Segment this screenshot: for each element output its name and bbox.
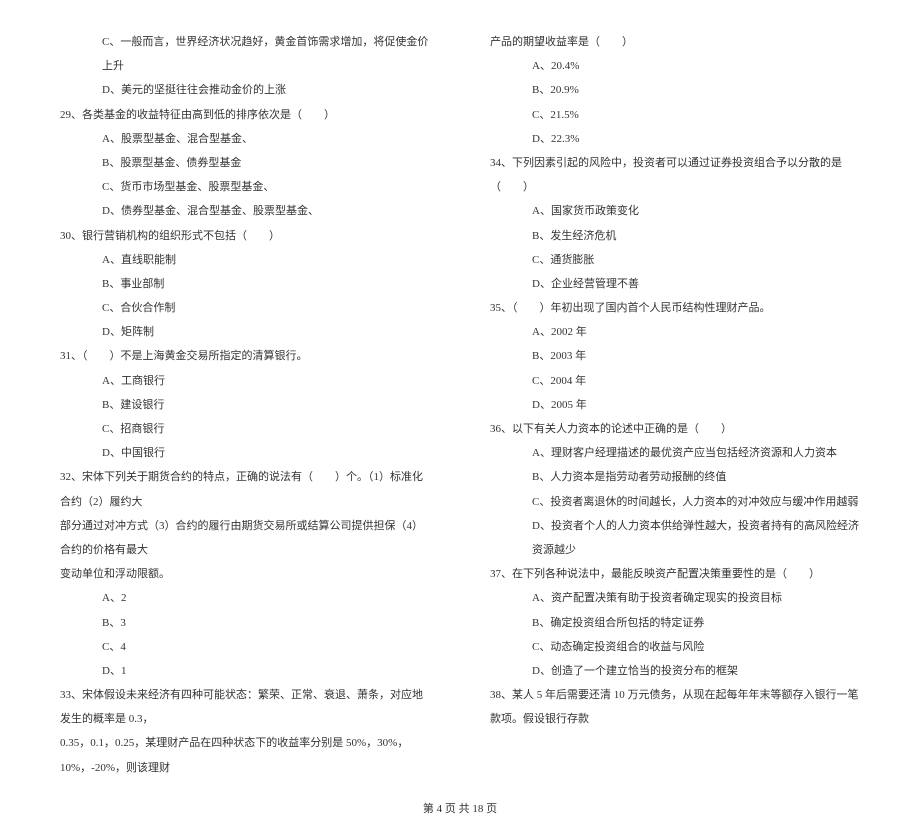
q30-stem: 30、银行营销机构的组织形式不包括（ ）: [60, 224, 430, 248]
q36-option-a: A、理财客户经理描述的最优资产应当包括经济资源和人力资本: [490, 441, 860, 465]
q31-option-a: A、工商银行: [60, 369, 430, 393]
q34-option-c: C、通货膨胀: [490, 248, 860, 272]
q36-option-d: D、投资者个人的人力资本供给弹性越大，投资者持有的高风险经济资源越少: [490, 514, 860, 562]
q35-option-c: C、2004 年: [490, 369, 860, 393]
q32-option-b: B、3: [60, 611, 430, 635]
q35-option-a: A、2002 年: [490, 320, 860, 344]
q35-option-b: B、2003 年: [490, 344, 860, 368]
q36-option-b: B、人力资本是指劳动者劳动报酬的终值: [490, 465, 860, 489]
q34-option-a: A、国家货币政策变化: [490, 199, 860, 223]
q37-option-b: B、确定投资组合所包括的特定证券: [490, 611, 860, 635]
q28-option-d: D、美元的坚挺往往会推动金价的上涨: [60, 78, 430, 102]
q30-option-a: A、直线职能制: [60, 248, 430, 272]
q32-option-d: D、1: [60, 659, 430, 683]
q32-stem-line3: 变动单位和浮动限额。: [60, 562, 430, 586]
q31-option-b: B、建设银行: [60, 393, 430, 417]
q32-option-c: C、4: [60, 635, 430, 659]
q34-option-b: B、发生经济危机: [490, 224, 860, 248]
left-column: C、一般而言，世界经济状况趋好，黄金首饰需求增加，将促使金价上升 D、美元的坚挺…: [60, 30, 430, 780]
q33-stem-line3: 产品的期望收益率是（ ）: [490, 30, 860, 54]
q33-option-d: D、22.3%: [490, 127, 860, 151]
q37-option-d: D、创造了一个建立恰当的投资分布的框架: [490, 659, 860, 683]
q35-option-d: D、2005 年: [490, 393, 860, 417]
q30-option-d: D、矩阵制: [60, 320, 430, 344]
q33-stem-line1: 33、宋体假设未来经济有四种可能状态：繁荣、正常、衰退、萧条，对应地发生的概率是…: [60, 683, 430, 731]
q29-option-b: B、股票型基金、债券型基金: [60, 151, 430, 175]
q36-option-c: C、投资者离退休的时间越长，人力资本的对冲效应与缓冲作用越弱: [490, 490, 860, 514]
q31-option-d: D、中国银行: [60, 441, 430, 465]
q33-option-c: C、21.5%: [490, 103, 860, 127]
q29-option-c: C、货币市场型基金、股票型基金、: [60, 175, 430, 199]
q31-stem: 31、（ ）不是上海黄金交易所指定的清算银行。: [60, 344, 430, 368]
q36-stem: 36、以下有关人力资本的论述中正确的是（ ）: [490, 417, 860, 441]
q38-stem: 38、某人 5 年后需要还清 10 万元债务，从现在起每年年末等额存入银行一笔款…: [490, 683, 860, 731]
q32-option-a: A、2: [60, 586, 430, 610]
q33-option-a: A、20.4%: [490, 54, 860, 78]
q30-option-c: C、合伙合作制: [60, 296, 430, 320]
q29-option-d: D、债券型基金、混合型基金、股票型基金、: [60, 199, 430, 223]
page-footer: 第 4 页 共 18 页: [0, 790, 920, 816]
q37-stem: 37、在下列各种说法中，最能反映资产配置决策重要性的是（ ）: [490, 562, 860, 586]
q35-stem: 35、（ ）年初出现了国内首个人民币结构性理财产品。: [490, 296, 860, 320]
q29-option-a: A、股票型基金、混合型基金、: [60, 127, 430, 151]
q34-stem: 34、下列因素引起的风险中，投资者可以通过证券投资组合予以分散的是（ ）: [490, 151, 860, 199]
q30-option-b: B、事业部制: [60, 272, 430, 296]
page-content: C、一般而言，世界经济状况趋好，黄金首饰需求增加，将促使金价上升 D、美元的坚挺…: [0, 0, 920, 790]
q33-option-b: B、20.9%: [490, 78, 860, 102]
q37-option-a: A、资产配置决策有助于投资者确定现实的投资目标: [490, 586, 860, 610]
q33-stem-line2: 0.35，0.1，0.25，某理财产品在四种状态下的收益率分别是 50%，30%…: [60, 731, 430, 779]
right-column: 产品的期望收益率是（ ） A、20.4% B、20.9% C、21.5% D、2…: [490, 30, 860, 780]
q32-stem-line2: 部分通过对冲方式（3）合约的履行由期货交易所或结算公司提供担保（4）合约的价格有…: [60, 514, 430, 562]
q34-option-d: D、企业经营管理不善: [490, 272, 860, 296]
q37-option-c: C、动态确定投资组合的收益与风险: [490, 635, 860, 659]
q28-option-c: C、一般而言，世界经济状况趋好，黄金首饰需求增加，将促使金价上升: [60, 30, 430, 78]
q29-stem: 29、各类基金的收益特征由高到低的排序依次是（ ）: [60, 103, 430, 127]
q31-option-c: C、招商银行: [60, 417, 430, 441]
q32-stem-line1: 32、宋体下列关于期货合约的特点，正确的说法有（ ）个。（1）标准化合约（2）履…: [60, 465, 430, 513]
